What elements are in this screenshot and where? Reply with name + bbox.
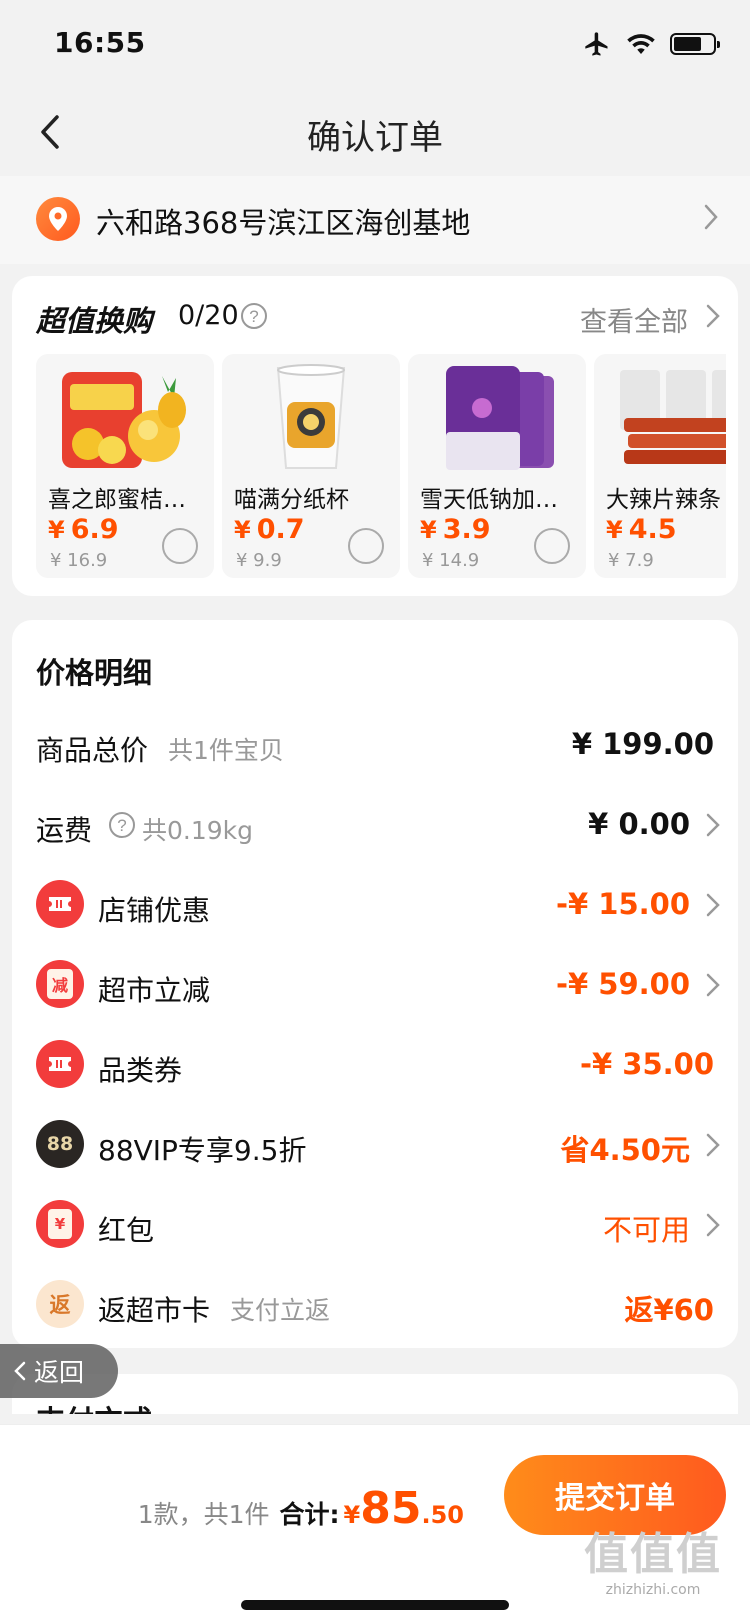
order-summary: 1款，共1件 合计: ¥ 85 .50: [138, 1483, 464, 1534]
row-shipping[interactable]: 运费 ? 共0.19kg ¥ 0.00: [12, 795, 738, 855]
exchange-title: 超值换购: [36, 304, 153, 338]
exchange-item-name: 雪天低钠加…: [420, 487, 558, 513]
row-market-reduce[interactable]: 减 超市立减 -¥ 59.00: [12, 955, 738, 1015]
row-label: 商品总价: [36, 734, 149, 767]
spicy-strip-image: [620, 370, 726, 464]
row-value: ¥ 0.00: [588, 807, 690, 841]
exchange-item-price: ¥6.9: [48, 514, 119, 545]
select-radio[interactable]: [348, 528, 384, 564]
status-time: 16:55: [54, 26, 146, 59]
exchange-item-original-price: ¥ 14.9: [422, 550, 480, 571]
select-radio[interactable]: [534, 528, 570, 564]
status-bar: 16:55: [0, 0, 750, 88]
row-label: 运费: [36, 814, 93, 847]
exchange-item-price: ¥0.7: [234, 514, 305, 545]
help-icon[interactable]: ?: [240, 302, 268, 330]
home-indicator: [241, 1600, 509, 1610]
page-title: 确认订单: [307, 118, 443, 158]
chevron-right-icon: [704, 204, 718, 230]
exchange-card: 超值换购 0/20 ? 查看全部 喜之郎蜜桔… ¥6.9 ¥ 16.9 喵满分纸…: [12, 276, 738, 596]
row-value: 省4.50元: [560, 1133, 690, 1167]
svg-text:?: ?: [117, 816, 126, 835]
paper-cup-image: [276, 364, 346, 469]
exchange-item-name: 喜之郎蜜桔…: [48, 487, 186, 513]
row-value: -¥ 15.00: [555, 887, 690, 921]
vip-88-icon: 88: [36, 1120, 84, 1168]
exchange-item[interactable]: 喵满分纸杯 ¥0.7 ¥ 9.9: [222, 354, 400, 578]
total-currency: ¥: [343, 1501, 361, 1529]
row-label: 88VIP专享9.5折: [98, 1134, 307, 1167]
svg-text:?: ?: [249, 307, 258, 326]
airplane-icon: [585, 32, 608, 56]
chevron-right-icon: [706, 973, 720, 997]
row-red-packet[interactable]: ¥ 红包 不可用: [12, 1195, 738, 1255]
chevron-right-icon: [706, 893, 720, 917]
exchange-item-name: 喵满分纸杯: [234, 487, 349, 513]
wifi-icon: [627, 34, 655, 54]
salt-pack-image: [446, 366, 554, 470]
row-label: 店铺优惠: [98, 894, 211, 927]
exchange-item-original-price: ¥ 7.9: [608, 550, 654, 571]
row-value: -¥ 59.00: [555, 967, 690, 1001]
chevron-right-icon: [706, 304, 720, 328]
exchange-item-original-price: ¥ 9.9: [236, 550, 282, 571]
view-all-link[interactable]: 查看全部: [580, 300, 688, 339]
row-value: -¥ 35.00: [579, 1047, 714, 1081]
payment-title: 支付方式: [36, 1398, 152, 1414]
return-card-icon: 返: [36, 1280, 84, 1328]
total-label: 合计:: [279, 1500, 340, 1529]
chevron-left-icon: [14, 1361, 26, 1381]
floating-back-label: 返回: [34, 1358, 85, 1387]
row-label: 返超市卡: [98, 1294, 211, 1327]
item-count: 1款，共1件: [137, 1500, 270, 1529]
row-value: ¥ 199.00: [571, 727, 714, 761]
reduce-icon: 减: [36, 960, 84, 1008]
row-sub: 共0.19kg: [142, 816, 254, 845]
exchange-list: 喜之郎蜜桔… ¥6.9 ¥ 16.9 喵满分纸杯 ¥0.7 ¥ 9.9 雪天低钠…: [36, 354, 726, 578]
watermark: 值值值 zhizhizhi.com: [584, 1529, 722, 1598]
exchange-item[interactable]: 喜之郎蜜桔… ¥6.9 ¥ 16.9: [36, 354, 214, 578]
exchange-item-price: ¥3.9: [420, 514, 491, 545]
bottom-bar: 1款，共1件 合计: ¥ 85 .50 提交订单 值值值 zhizhizhi.c…: [0, 1424, 750, 1624]
row-goods-total: 商品总价 共1件宝贝 ¥ 199.00: [12, 715, 738, 775]
payment-card: 支付方式: [12, 1374, 738, 1414]
total-decimal: .50: [421, 1501, 464, 1529]
row-label: 红包: [98, 1214, 155, 1247]
location-pin-icon: [36, 197, 80, 241]
price-detail-title: 价格明细: [36, 656, 153, 690]
select-radio[interactable]: [162, 528, 198, 564]
chevron-right-icon: [706, 813, 720, 837]
chevron-right-icon: [706, 1213, 720, 1237]
exchange-item-original-price: ¥ 16.9: [50, 550, 108, 571]
exchange-item[interactable]: 雪天低钠加… ¥3.9 ¥ 14.9: [408, 354, 586, 578]
row-sub: 支付立返: [230, 1296, 331, 1325]
row-value: 不可用: [602, 1213, 690, 1247]
exchange-item[interactable]: 大辣片辣条 ¥4.5 ¥ 7.9: [594, 354, 726, 578]
total-integer: 85: [360, 1483, 422, 1534]
row-88vip[interactable]: 88 88VIP专享9.5折 省4.50元: [12, 1115, 738, 1175]
help-icon[interactable]: ?: [108, 811, 136, 839]
row-label: 品类券: [98, 1054, 183, 1087]
address-bar[interactable]: 六和路368号滨江区海创基地: [0, 176, 750, 264]
red-packet-icon: ¥: [36, 1200, 84, 1248]
row-category-coupon: 品类券 -¥ 35.00: [12, 1035, 738, 1095]
exchange-item-name: 大辣片辣条: [606, 487, 721, 513]
row-sub: 共1件宝贝: [168, 736, 284, 765]
row-return-card: 返 返超市卡 支付立返 返¥60: [12, 1275, 738, 1335]
row-label: 超市立减: [98, 974, 211, 1007]
address-text: 六和路368号滨江区海创基地: [96, 206, 471, 240]
candy-bag-image: [62, 372, 186, 468]
ticket-icon: [36, 880, 84, 928]
chevron-right-icon: [706, 1133, 720, 1157]
battery-icon: [670, 33, 720, 55]
exchange-item-price: ¥4.5: [606, 514, 677, 545]
ticket-icon: [36, 1040, 84, 1088]
row-value: 返¥60: [624, 1293, 714, 1327]
exchange-count: 0/20: [178, 300, 239, 331]
floating-back-button[interactable]: 返回: [0, 1344, 118, 1398]
price-detail-card: 价格明细 商品总价 共1件宝贝 ¥ 199.00 运费 ? 共0.19kg ¥ …: [12, 620, 738, 1348]
nav-bar: 确认订单: [0, 88, 750, 176]
row-shop-discount[interactable]: 店铺优惠 -¥ 15.00: [12, 875, 738, 935]
status-icons: [582, 30, 720, 58]
